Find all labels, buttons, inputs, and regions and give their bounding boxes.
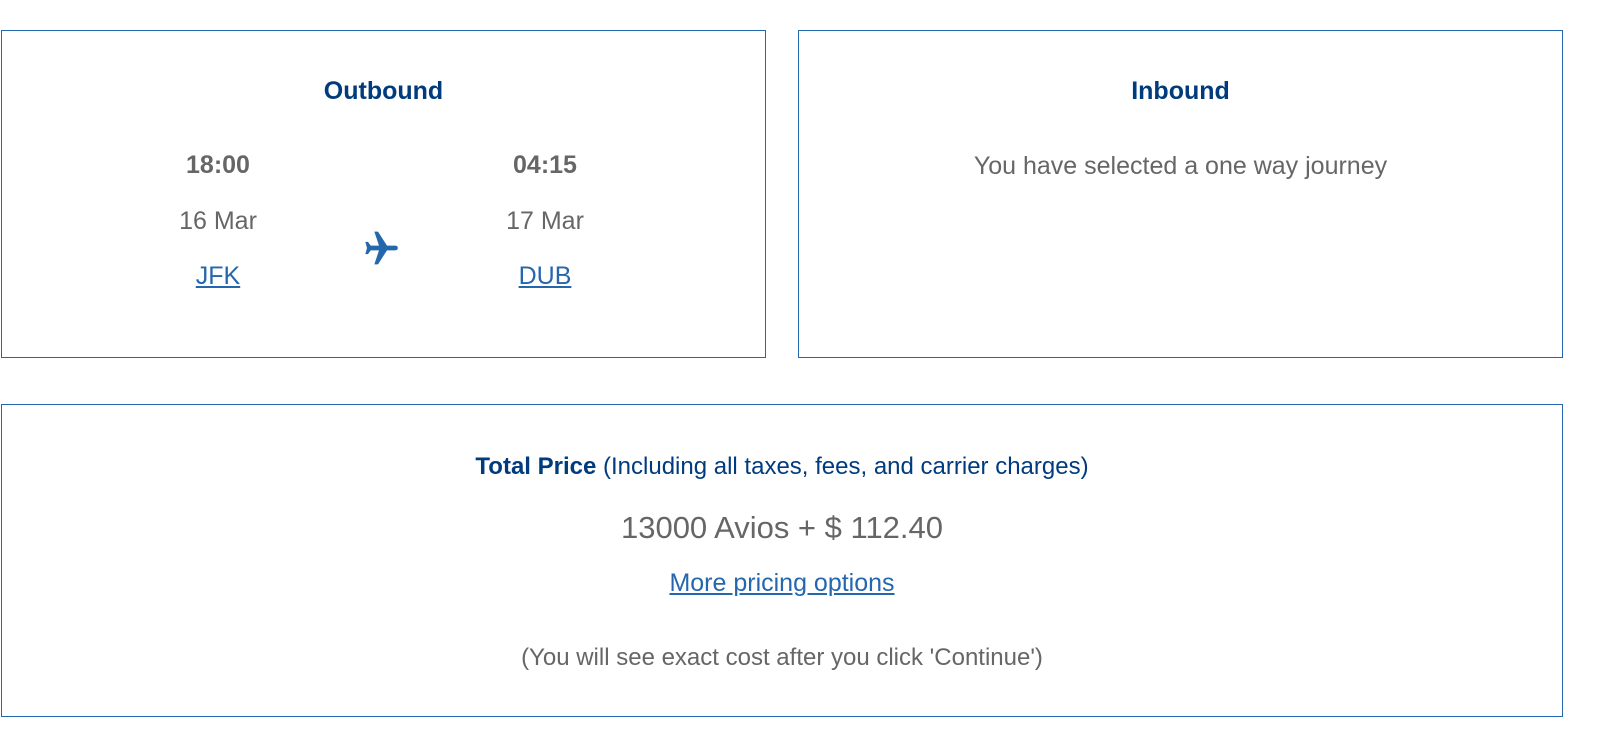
- inbound-title: Inbound: [1131, 77, 1230, 105]
- departure-airport-link[interactable]: JFK: [196, 262, 240, 290]
- more-pricing-container: More pricing options: [2, 569, 1562, 598]
- outbound-title: Outbound: [323, 77, 444, 105]
- price-panel: Total Price (Including all taxes, fees, …: [1, 404, 1563, 717]
- arrival-airport: DUB: [445, 262, 645, 291]
- outbound-panel: Outbound 18:00 16 Mar JFK 04:15 17 Mar D…: [1, 30, 766, 358]
- price-heading: Total Price (Including all taxes, fees, …: [2, 453, 1562, 481]
- arrival-column: 04:15 17 Mar DUB: [445, 31, 645, 359]
- airplane-icon: [365, 231, 398, 265]
- total-price-label: Total Price: [475, 453, 597, 480]
- departure-date: 16 Mar: [179, 207, 257, 235]
- one-way-message: You have selected a one way journey: [973, 152, 1388, 180]
- departure-column: 18:00 16 Mar JFK: [118, 31, 318, 359]
- arrival-time: 04:15: [513, 151, 577, 179]
- exact-cost-note: (You will see exact cost after you click…: [521, 644, 1043, 671]
- price-qualifier: (Including all taxes, fees, and carrier …: [603, 453, 1089, 480]
- departure-airport: JFK: [118, 262, 318, 291]
- departure-time: 18:00: [186, 151, 250, 179]
- arrival-airport-link[interactable]: DUB: [519, 262, 572, 290]
- price-value: 13000 Avios + $ 112.40: [620, 510, 944, 545]
- arrival-date: 17 Mar: [506, 207, 584, 235]
- more-pricing-options-link[interactable]: More pricing options: [669, 569, 894, 597]
- inbound-panel: Inbound You have selected a one way jour…: [798, 30, 1563, 358]
